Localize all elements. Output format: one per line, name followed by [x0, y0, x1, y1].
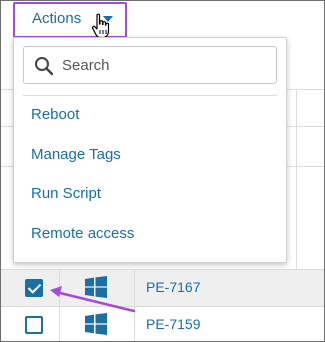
search-input[interactable] — [62, 54, 262, 76]
screenshot-frame: PE-7167 PE-7159 Actions Reboot Manage Ta… — [0, 0, 325, 342]
host-link[interactable]: PE-7167 — [146, 279, 200, 295]
column-divider — [59, 270, 60, 306]
hand-pointer-icon — [91, 13, 110, 39]
table-row[interactable]: PE-7159 — [1, 307, 324, 341]
menu-item-reboot[interactable]: Reboot — [31, 106, 79, 123]
menu-item-run-script[interactable]: Run Script — [31, 185, 101, 202]
row-select-checkbox[interactable] — [25, 316, 43, 334]
windows-icon — [85, 313, 107, 335]
search-field[interactable] — [23, 46, 277, 84]
menu-item-manage-tags[interactable]: Manage Tags — [31, 146, 121, 163]
search-icon — [35, 57, 54, 76]
actions-label: Actions — [32, 10, 82, 27]
menu-divider — [23, 95, 277, 96]
windows-icon — [85, 276, 107, 298]
row-select-checkbox[interactable] — [25, 279, 43, 297]
host-link[interactable]: PE-7159 — [146, 316, 200, 332]
table-column-divider — [296, 89, 297, 269]
column-divider — [134, 270, 135, 306]
table-row[interactable]: PE-7167 — [1, 270, 324, 306]
menu-item-remote-access[interactable]: Remote access — [31, 225, 134, 242]
actions-dropdown-menu: Reboot Manage Tags Run Script Remote acc… — [13, 37, 287, 263]
column-divider — [134, 307, 135, 341]
column-divider — [59, 307, 60, 341]
